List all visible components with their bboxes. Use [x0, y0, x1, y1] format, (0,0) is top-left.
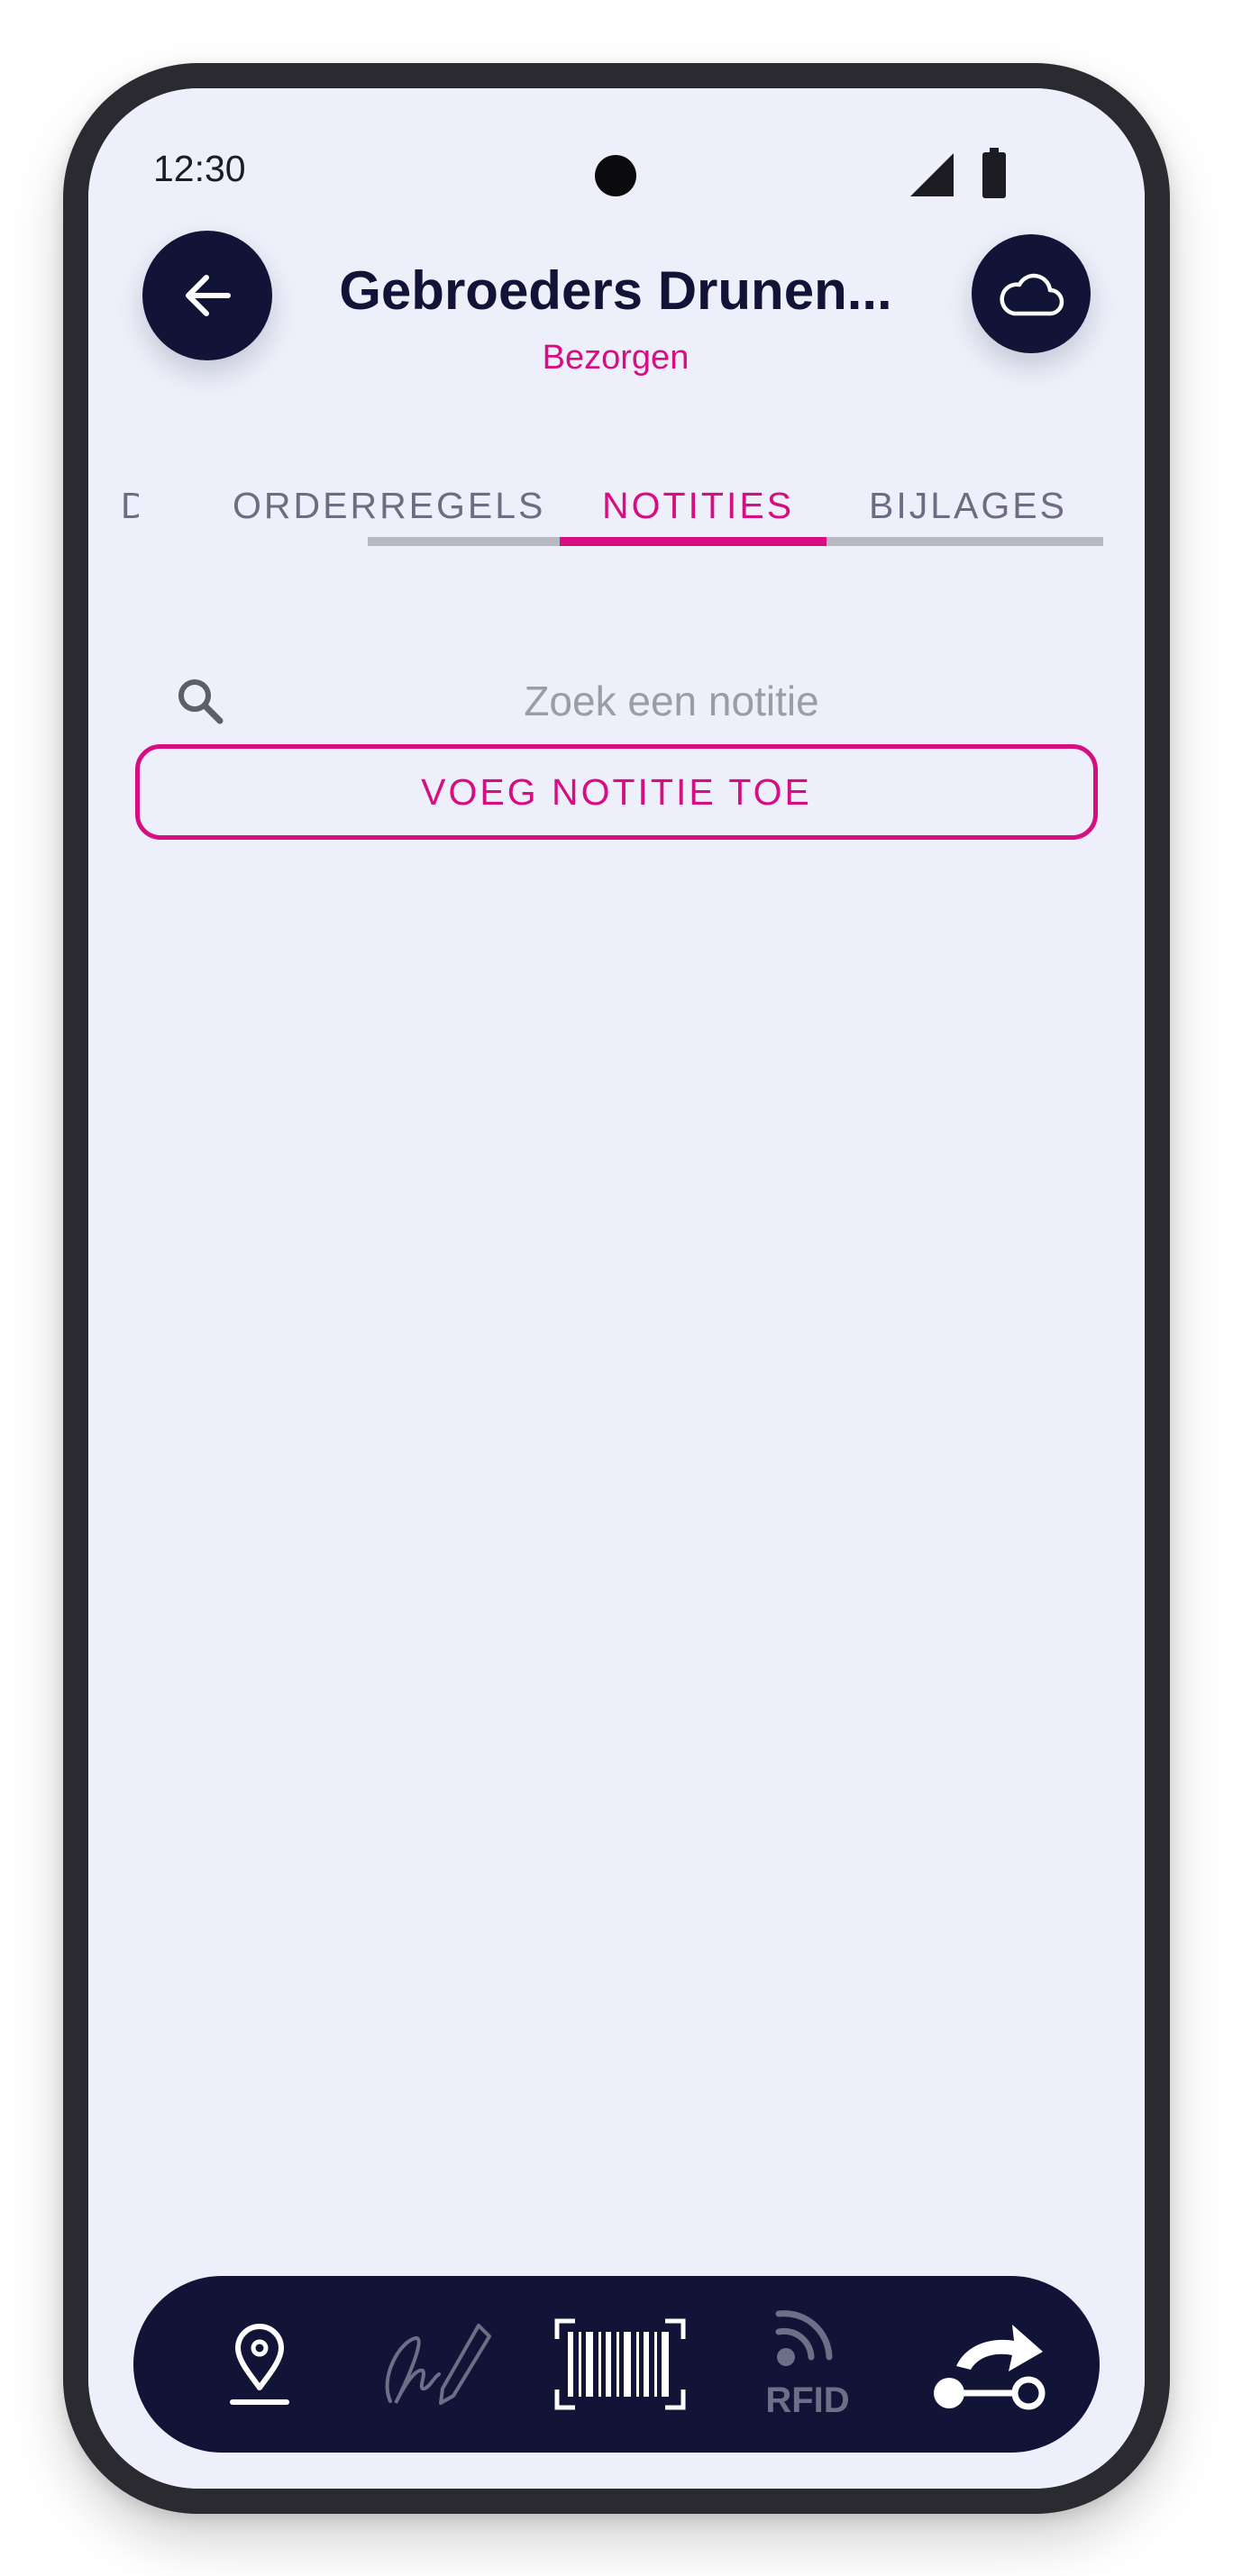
rfid-icon: [775, 2310, 833, 2366]
arrow-left-icon: [186, 275, 231, 316]
signature-icon: [385, 2324, 491, 2405]
add-note-button[interactable]: VOEG NOTITIE TOE: [135, 744, 1098, 840]
back-button[interactable]: [142, 231, 272, 360]
nav-location-button[interactable]: [206, 2294, 314, 2435]
battery-icon: [982, 148, 1006, 198]
location-pin-icon: [230, 2324, 289, 2405]
search-icon: [178, 679, 224, 724]
status-time: 12:30: [153, 148, 246, 189]
nav-barcode-button[interactable]: [548, 2294, 692, 2435]
nav-signature-button[interactable]: [368, 2294, 503, 2435]
rfid-label: RFID: [765, 2380, 850, 2420]
page-subtitle: Bezorgen: [542, 339, 690, 377]
tab-active-indicator: [560, 537, 827, 546]
route-forward-icon: [934, 2325, 1046, 2410]
tab-orderregels[interactable]: ORDERREGELS: [233, 485, 545, 527]
tab-bijlages[interactable]: BIJLAGES: [869, 485, 1067, 527]
cloud-icon: [1000, 273, 1064, 316]
camera-cutout: [595, 155, 636, 196]
page-title: Gebroeders Drunen...: [339, 260, 892, 321]
phone-frame: 12:30 Gebroeders Drunen... Bezorgen ORDE…: [63, 63, 1170, 2514]
nav-rfid-button[interactable]: RFID: [735, 2294, 880, 2435]
barcode-scan-icon: [554, 2318, 686, 2410]
signal-icon: [910, 153, 954, 196]
tab-partial-previous[interactable]: D: [121, 485, 139, 527]
bottom-nav: RFID: [133, 2276, 1100, 2453]
stage: 12:30 Gebroeders Drunen... Bezorgen ORDE…: [0, 0, 1233, 2576]
search-input[interactable]: [269, 661, 1074, 741]
tab-bar: D ORDERREGELS NOTITIES BIJLAGES: [88, 485, 1145, 566]
tab-notities[interactable]: NOTITIES: [602, 485, 794, 527]
app-screen: 12:30 Gebroeders Drunen... Bezorgen ORDE…: [88, 88, 1145, 2489]
sync-button[interactable]: [972, 234, 1091, 353]
nav-route-button[interactable]: [909, 2294, 1071, 2435]
